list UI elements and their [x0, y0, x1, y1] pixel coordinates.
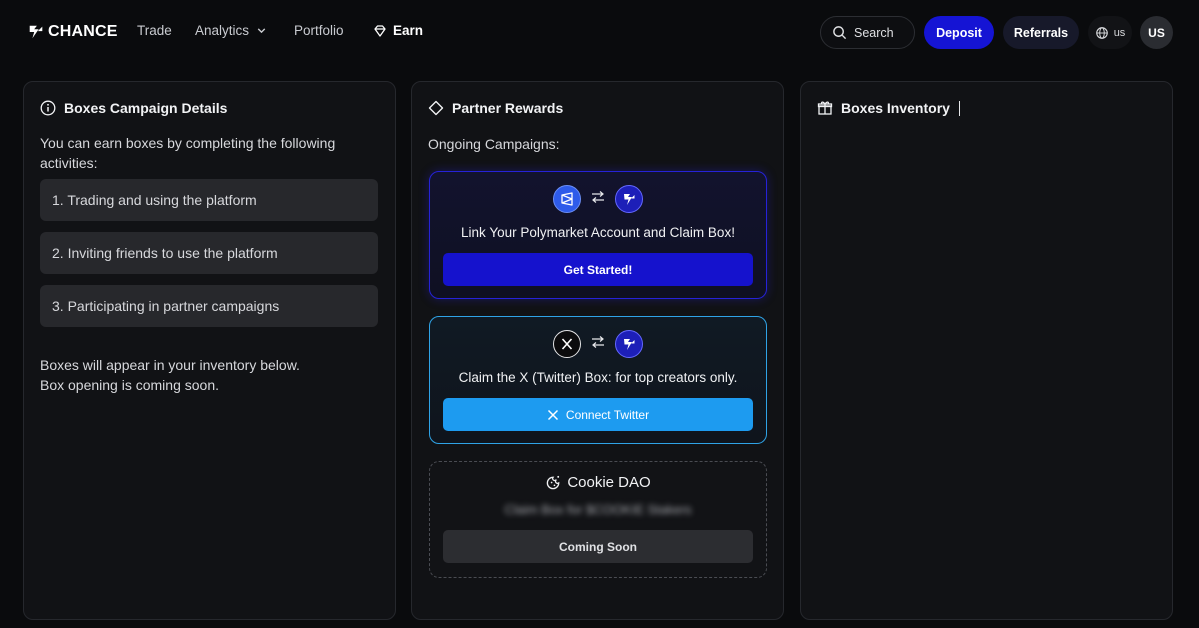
cookie-dao-logo: Cookie DAO: [430, 474, 766, 491]
x-logo-icon: [553, 330, 581, 358]
partner-rewards-panel: Partner Rewards Ongoing Campaigns: Link …: [411, 81, 784, 620]
search-button[interactable]: Search: [820, 16, 915, 49]
top-nav: CHANCE Trade Analytics Portfolio Earn Se…: [0, 0, 1199, 64]
footnote-line: Box opening is coming soon.: [40, 377, 219, 393]
inventory-title-text: Boxes Inventory: [841, 100, 950, 116]
chevron-down-icon: [257, 28, 266, 34]
boxes-campaign-details-panel: Boxes Campaign Details You can earn boxe…: [23, 81, 396, 620]
cookie-icon: [547, 475, 560, 490]
nav-earn[interactable]: Earn: [373, 23, 423, 38]
campaign-text: Link Your Polymarket Account and Claim B…: [461, 225, 735, 240]
deposit-button[interactable]: Deposit: [924, 16, 994, 49]
campaign-footnote: Boxes will appear in your inventory belo…: [40, 355, 370, 395]
nav-analytics-label: Analytics: [195, 23, 250, 38]
logo-text: CHANCE: [48, 23, 118, 40]
activity-item: 1. Trading and using the platform: [40, 179, 378, 221]
x-logo-icon: [547, 409, 558, 420]
campaign-details-title: Boxes Campaign Details: [40, 100, 227, 116]
nav-analytics[interactable]: Analytics: [195, 23, 268, 38]
swap-arrows-icon: [590, 334, 606, 355]
campaign-icons: [430, 185, 766, 213]
coming-soon-button[interactable]: Coming Soon: [443, 530, 753, 563]
cookie-dao-name: Cookie DAO: [567, 474, 651, 491]
campaign-text: Claim the X (Twitter) Box: for top creat…: [458, 370, 738, 385]
connect-twitter-button[interactable]: Connect Twitter: [443, 398, 753, 431]
search-label: Search: [854, 25, 894, 40]
nav-portfolio[interactable]: Portfolio: [294, 23, 344, 38]
chance-logo-icon: [29, 25, 43, 39]
partner-rewards-title: Partner Rewards: [428, 100, 563, 116]
polymarket-campaign-card: Link Your Polymarket Account and Claim B…: [429, 171, 767, 299]
activity-item: 2. Inviting friends to use the platform: [40, 232, 378, 274]
text-cursor: [958, 100, 960, 116]
campaign-text-blurred: Claim Box for $COOKIE Stakers: [504, 502, 692, 517]
swap-arrows-icon: [590, 189, 606, 210]
ongoing-campaigns-label: Ongoing Campaigns:: [428, 136, 560, 152]
diamond-icon: [374, 24, 386, 37]
chance-icon: [615, 185, 643, 213]
connect-twitter-label: Connect Twitter: [565, 407, 650, 422]
inventory-title: Boxes Inventory: [817, 100, 960, 116]
campaign-icons: [430, 330, 766, 358]
boxes-inventory-panel: Boxes Inventory: [800, 81, 1173, 620]
campaign-intro: You can earn boxes by completing the fol…: [40, 135, 336, 171]
language-label: us: [1113, 26, 1126, 39]
chance-icon: [615, 330, 643, 358]
cookie-dao-campaign-card: Cookie DAO Claim Box for $COOKIE Stakers…: [429, 461, 767, 578]
nav-portfolio-label: Portfolio: [294, 23, 344, 38]
diamond-icon: [428, 100, 444, 116]
campaign-details-title-text: Boxes Campaign Details: [64, 100, 228, 116]
nav-trade-label: Trade: [137, 23, 172, 38]
search-icon: [833, 26, 847, 40]
nav-trade[interactable]: Trade: [137, 23, 172, 38]
gift-icon: [817, 101, 833, 115]
footnote-line: Boxes will appear in your inventory belo…: [40, 357, 300, 373]
activity-item: 3. Participating in partner campaigns: [40, 285, 378, 327]
nav-earn-label: Earn: [393, 23, 424, 38]
partner-rewards-title-text: Partner Rewards: [452, 100, 564, 116]
polymarket-icon: [553, 185, 581, 213]
referrals-button[interactable]: Referrals: [1003, 16, 1079, 49]
avatar[interactable]: US: [1140, 16, 1173, 49]
language-button[interactable]: us: [1088, 16, 1132, 49]
globe-icon: [1095, 26, 1108, 39]
info-icon: [40, 100, 56, 116]
twitter-campaign-card: Claim the X (Twitter) Box: for top creat…: [429, 316, 767, 444]
get-started-button[interactable]: Get Started!: [443, 253, 753, 286]
chance-logo[interactable]: CHANCE: [27, 22, 118, 42]
